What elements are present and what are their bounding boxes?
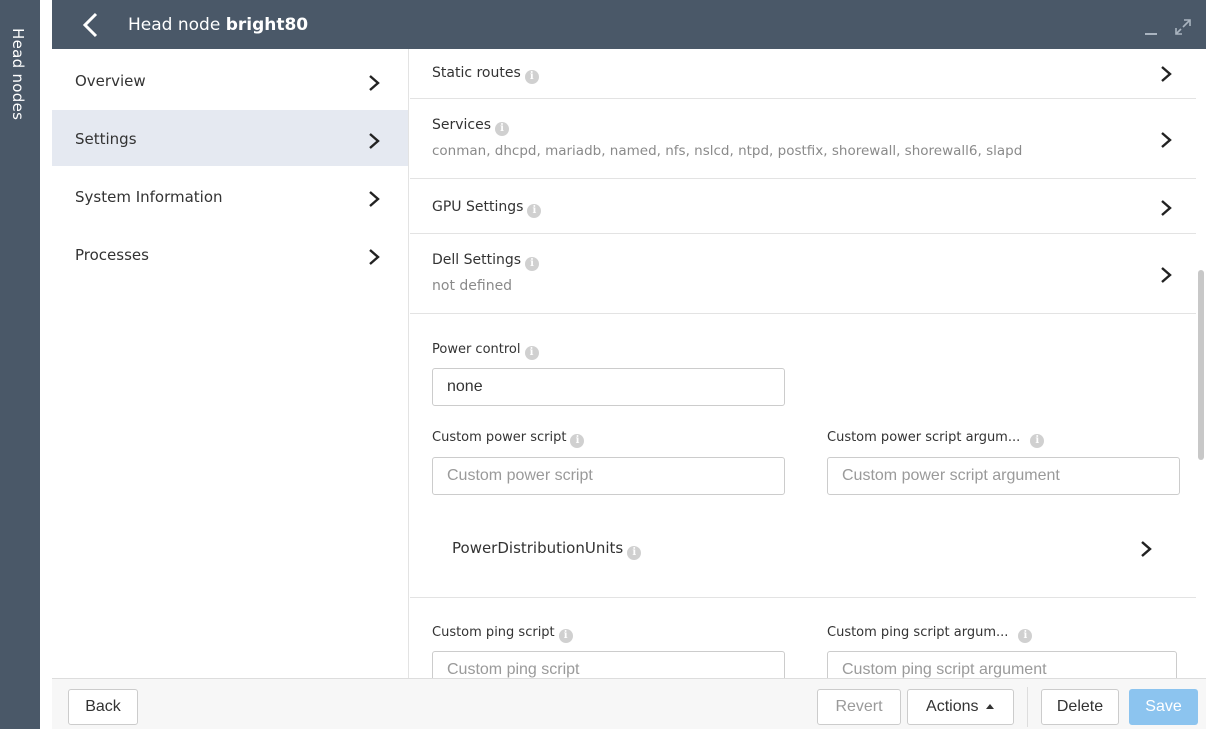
revert-button[interactable]: Revert (817, 689, 901, 725)
dell-settings-row[interactable]: Dell Settings i not defined (410, 234, 1196, 314)
title-prefix: Head node (128, 15, 221, 35)
save-button[interactable]: Save (1129, 689, 1198, 725)
head-nodes-side-tab[interactable]: Head nodes (0, 0, 40, 729)
back-chevron-icon[interactable] (80, 12, 102, 38)
info-icon: i (570, 434, 585, 448)
custom-ping-script-argument-input[interactable] (827, 651, 1177, 678)
window-header: Head node bright80 (52, 0, 1206, 49)
power-distribution-units-label: PowerDistributionUnits i (452, 539, 642, 560)
info-icon: i (525, 257, 540, 271)
caret-up-icon (985, 704, 994, 709)
info-icon: i (524, 70, 539, 84)
custom-ping-script-argument-label: Custom ping script argum... i (827, 625, 1033, 643)
chevron-right-icon (369, 133, 380, 149)
static-routes-text: Static routes (432, 65, 521, 81)
nav-item-label: Processes (75, 246, 149, 264)
chevron-right-icon (369, 191, 380, 207)
title-node-name: bright80 (225, 15, 309, 35)
left-navigation: Overview Settings System Information Pro… (52, 49, 409, 678)
window-title: Head node bright80 (128, 15, 308, 35)
nav-item-label: Settings (75, 130, 137, 148)
footer-toolbar: Back Revert Actions Delete Save (52, 678, 1206, 729)
custom-power-script-argument-label: Custom power script argum... i (827, 430, 1045, 448)
custom-ping-script-text: Custom ping script (432, 625, 555, 640)
chevron-right-icon (369, 249, 380, 265)
dell-settings-value: not defined (432, 278, 513, 294)
static-routes-row[interactable]: Static routes i (410, 49, 1196, 99)
actions-button-label: Actions (926, 698, 979, 715)
services-row[interactable]: Services i conman, dhcpd, mariadb, named,… (410, 99, 1196, 179)
custom-ping-script-label: Custom ping script i (432, 625, 573, 643)
info-icon: i (524, 346, 539, 360)
maximize-icon[interactable] (1174, 18, 1192, 36)
custom-ping-script-input[interactable] (432, 651, 785, 678)
custom-power-script-text: Custom power script (432, 430, 567, 445)
chevron-right-icon (1141, 541, 1152, 557)
info-icon: i (1018, 629, 1033, 643)
minimize-icon[interactable] (1144, 22, 1158, 36)
custom-power-script-argument-text: Custom power script argum... (827, 430, 1021, 445)
content-scrollbar[interactable] (1198, 270, 1204, 460)
nav-item-label: System Information (75, 188, 223, 206)
footer-separator (1027, 687, 1028, 727)
dell-settings-label: Dell Settings i (432, 252, 540, 271)
nav-item-processes[interactable]: Processes (52, 226, 408, 282)
chevron-right-icon (1161, 200, 1172, 216)
custom-ping-script-argument-text: Custom ping script argum... (827, 625, 1009, 640)
services-label: Services i (432, 117, 510, 136)
side-divider (40, 0, 52, 729)
gpu-settings-label: GPU Settings i (432, 199, 542, 218)
custom-power-script-label: Custom power script i (432, 430, 585, 448)
custom-power-script-input[interactable] (432, 457, 785, 495)
chevron-right-icon (1161, 132, 1172, 148)
services-text: Services (432, 117, 492, 133)
chevron-right-icon (369, 75, 380, 91)
power-distribution-units-row[interactable]: PowerDistributionUnits i (410, 507, 1196, 598)
nav-item-system-information[interactable]: System Information (52, 168, 408, 224)
info-icon: i (495, 122, 510, 136)
settings-content: Static routes i Services i conman, dhcpd, … (410, 49, 1196, 678)
power-control-field[interactable] (432, 368, 785, 406)
back-button[interactable]: Back (68, 689, 138, 725)
services-value: conman, dhcpd, mariadb, named, nfs, nslc… (432, 143, 1023, 159)
nav-item-overview[interactable]: Overview (52, 52, 408, 108)
chevron-right-icon (1161, 66, 1172, 82)
info-icon: i (527, 204, 542, 218)
info-icon: i (627, 546, 642, 560)
power-control-label: Power control i (432, 342, 539, 360)
delete-button[interactable]: Delete (1041, 689, 1119, 725)
chevron-right-icon (1161, 267, 1172, 283)
actions-button[interactable]: Actions (907, 689, 1014, 725)
gpu-settings-text: GPU Settings (432, 199, 524, 215)
power-distribution-units-text: PowerDistributionUnits (452, 539, 624, 557)
power-control-text: Power control (432, 342, 521, 357)
nav-item-settings[interactable]: Settings (52, 110, 408, 166)
info-icon: i (1030, 434, 1045, 448)
info-icon: i (558, 629, 573, 643)
gpu-settings-row[interactable]: GPU Settings i (410, 179, 1196, 234)
static-routes-label: Static routes i (432, 65, 539, 84)
nav-item-label: Overview (75, 72, 146, 90)
side-tab-label: Head nodes (9, 28, 27, 121)
custom-power-script-argument-input[interactable] (827, 457, 1180, 495)
dell-settings-text: Dell Settings (432, 252, 522, 268)
